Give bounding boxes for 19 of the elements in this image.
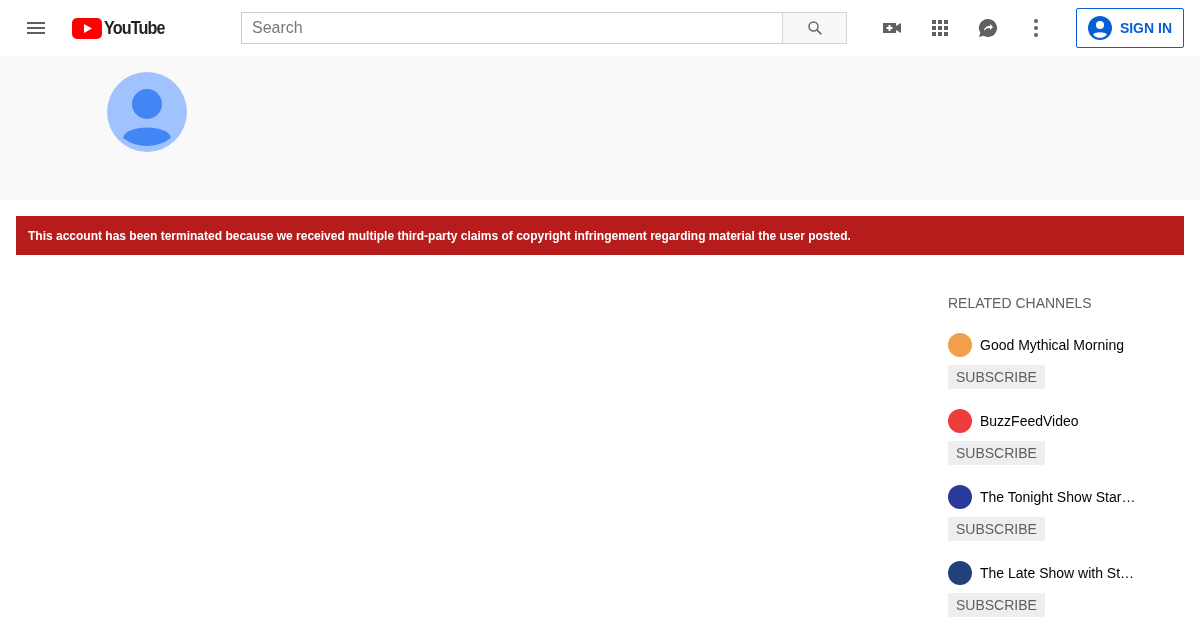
- channel-name-link[interactable]: The Tonight Show Star…: [980, 489, 1136, 505]
- channel-name-link[interactable]: The Late Show with St…: [980, 565, 1135, 581]
- youtube-logo[interactable]: YouTube: [72, 17, 176, 39]
- search-field[interactable]: Search: [241, 12, 782, 44]
- search-button[interactable]: [782, 12, 847, 44]
- sign-in-button[interactable]: SIGN IN: [1075, 8, 1184, 48]
- subscribe-button[interactable]: SUBSCRIBE: [948, 593, 1045, 617]
- channel-avatar[interactable]: [948, 485, 972, 509]
- account-icon: [1087, 16, 1112, 40]
- channel-avatar[interactable]: [948, 561, 972, 585]
- subscribe-button[interactable]: SUBSCRIBE: [948, 365, 1045, 389]
- search-icon: [805, 19, 824, 37]
- channel-name-link[interactable]: Good Mythical Morning: [980, 337, 1124, 353]
- subscribe-button[interactable]: SUBSCRIBE: [948, 441, 1045, 465]
- channel-name-link[interactable]: BuzzFeedVideo: [980, 413, 1079, 429]
- termination-alert: This account has been terminated because we received multiple third-party claims of copyright infringement regarding material the user posted.: [16, 216, 1184, 255]
- subscribe-button[interactable]: SUBSCRIBE: [948, 517, 1045, 541]
- section-heading: RELATED CHANNELS: [948, 295, 1093, 311]
- avatar-icon: [107, 72, 187, 152]
